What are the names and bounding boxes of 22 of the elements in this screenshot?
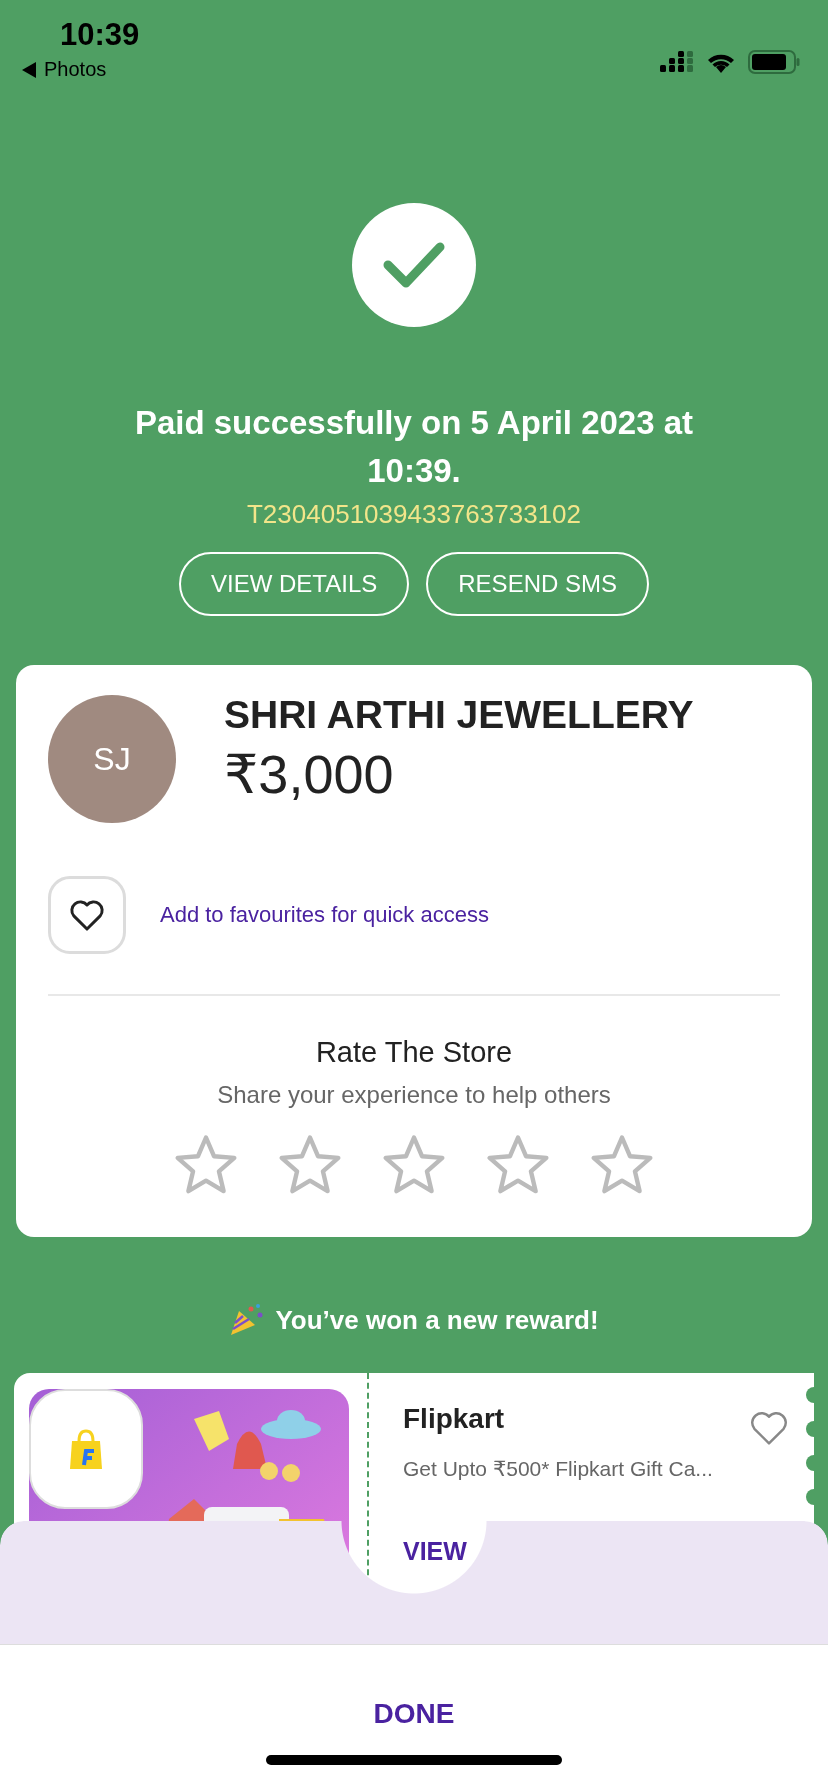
transaction-id: T2304051039433763733102 (247, 499, 581, 531)
favourite-hint[interactable]: Add to favourites for quick access (160, 902, 489, 929)
back-arrow-icon (22, 61, 36, 78)
merchant-name: SHRI ARTHI JEWELLERY (224, 692, 694, 737)
heart-icon (748, 1409, 790, 1447)
battery-icon (748, 50, 800, 74)
rating-subtitle: Share your experience to help others (216, 1081, 612, 1110)
check-icon (382, 241, 446, 290)
heart-icon (68, 898, 106, 933)
reward-heading: You’ve won a new reward! (275, 1304, 599, 1336)
back-link[interactable]: Photos (44, 58, 107, 81)
status-time: 10:39 (60, 16, 140, 54)
done-button[interactable]: DONE (367, 1697, 461, 1731)
favourite-button[interactable] (48, 876, 126, 955)
payment-amount: ₹3,000 (224, 742, 395, 806)
view-link[interactable]: VIEW (403, 1537, 467, 1567)
payment-status: Paid successfully on 5 April 2023 at 10:39. (133, 403, 695, 492)
reward-description: Get Upto ₹500* Flipkart Gift Ca... (403, 1457, 714, 1482)
signal-icon (660, 51, 694, 73)
rating-title: Rate The Store (314, 1036, 514, 1070)
reward-brand: Flipkart (403, 1403, 506, 1436)
merchant-avatar: SJ (48, 695, 176, 824)
